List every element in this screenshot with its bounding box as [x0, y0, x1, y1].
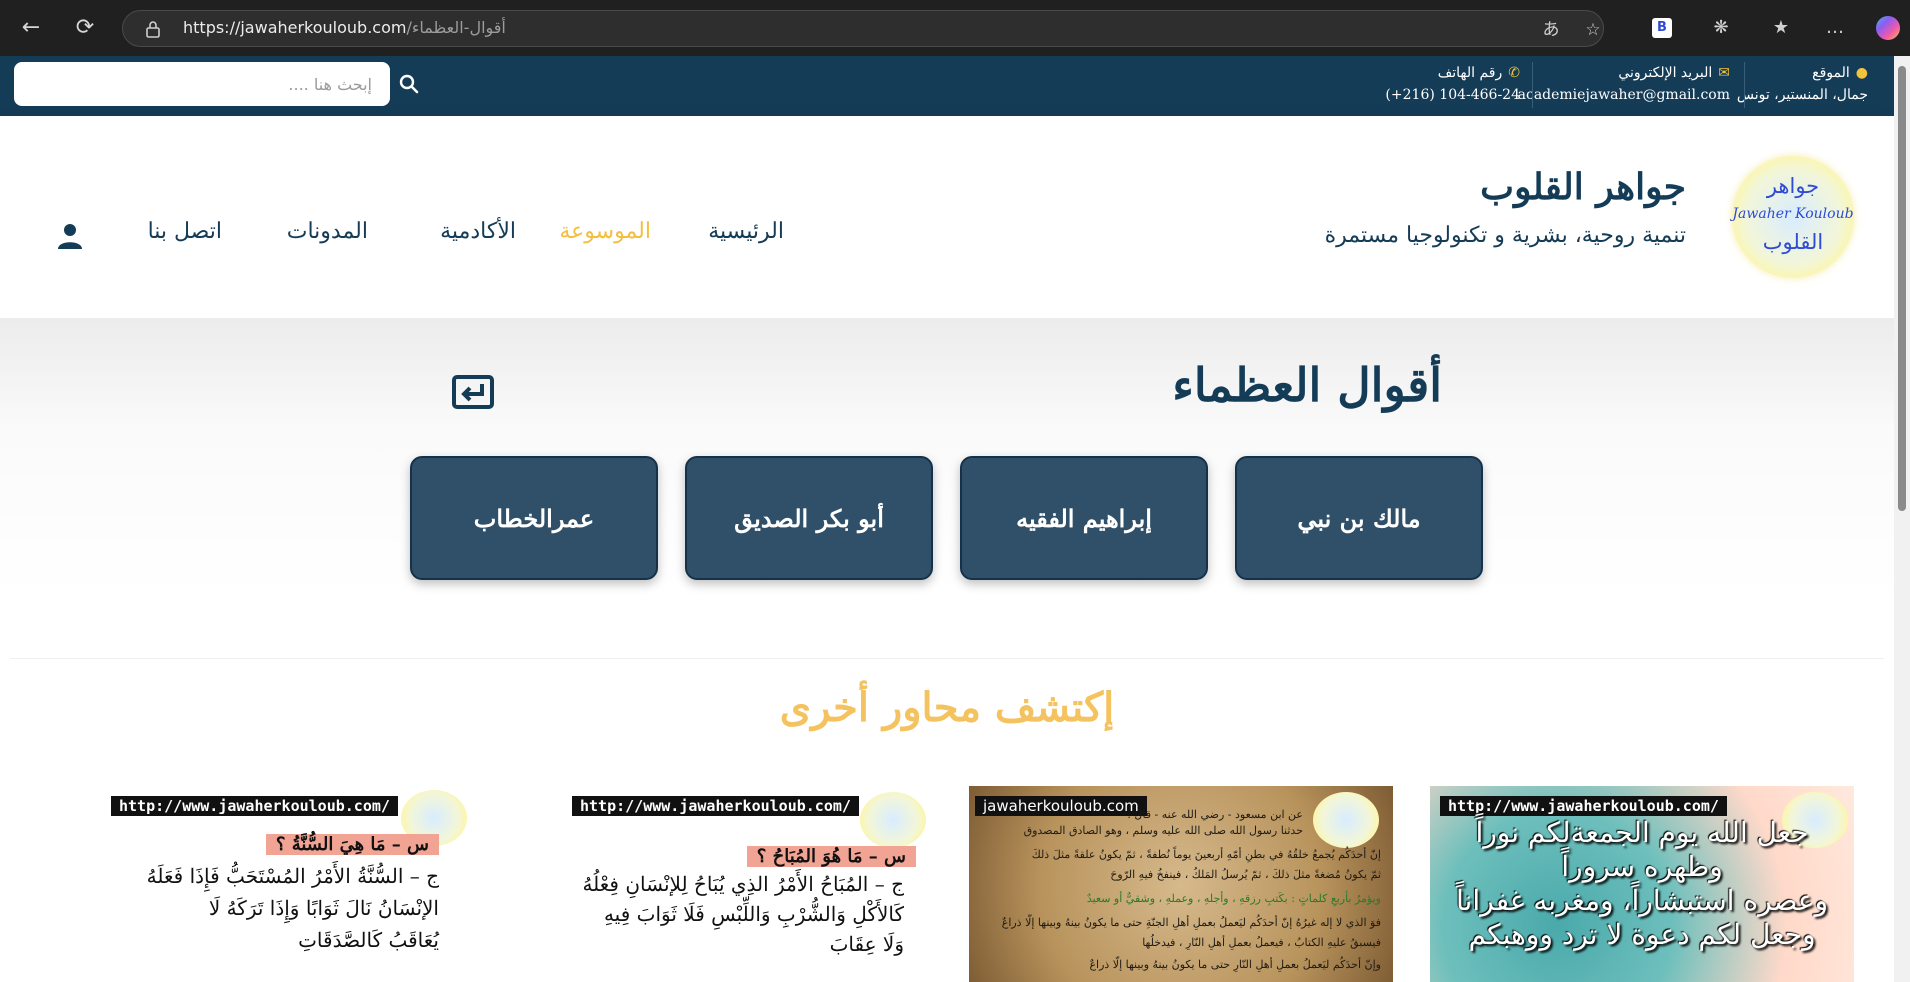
- site-logo[interactable]: جواهر Jawaher Kouloub القلوب: [1732, 156, 1854, 278]
- phone-icon: ✆: [1508, 65, 1520, 81]
- nav-academy[interactable]: الأكادمية: [440, 219, 516, 244]
- card-text-line: إنّ أحدَكُم يُجمعُ خلقُهُ في بطنِ أمّهِ …: [1031, 848, 1381, 861]
- brand-subtitle: تنمية روحية، بشرية و تكنولوجيا مستمرة: [1324, 223, 1686, 248]
- logo-text-latin: Jawaher Kouloub: [1732, 206, 1854, 222]
- search-input[interactable]: [14, 62, 390, 106]
- location-label: الموقع: [1812, 65, 1850, 81]
- card-logo: [860, 792, 926, 848]
- card-text-line: ويؤمرُ بأربعِ كلماتٍ : بكَتبِ رزقهِ ، وأ…: [1086, 892, 1381, 905]
- scrollbar-thumb[interactable]: [1898, 66, 1906, 511]
- extensions-puzzle-icon[interactable]: ❋: [1708, 15, 1734, 41]
- favorite-star-icon[interactable]: ☆: [1581, 18, 1605, 42]
- card-text-line: فيسبقُ عليهِ الكتابُ ، فيعملُ بعملِ أهلِ…: [1142, 936, 1381, 949]
- back-arrow-icon[interactable]: ←: [16, 13, 46, 43]
- phone-value[interactable]: 104-466-24 (216+): [1385, 84, 1520, 106]
- location-value: جمال، المنستير، تونس: [1736, 87, 1868, 103]
- url-text[interactable]: https://jawaherkouloub.com/أقوال-العظماء: [183, 18, 506, 37]
- address-bar[interactable]: https://jawaherkouloub.com/أقوال-العظماء…: [122, 10, 1604, 47]
- topic-card[interactable]: http://www.jawaherkouloub.com/ س – مَا ه…: [45, 786, 469, 982]
- logo-text-top: جواهر: [1766, 174, 1820, 198]
- discover-heading: إكتشف محاور أخرى: [779, 684, 1115, 731]
- card-url-badge: http://www.jawaherkouloub.com/: [1440, 796, 1727, 816]
- phone-info: ✆ رقم الهاتف 104-466-24 (216+): [1385, 62, 1520, 106]
- email-info: ✉ البريد الإلكتروني academiejawaher@gmail…: [1518, 62, 1730, 106]
- map-pin-icon: ●: [1855, 65, 1868, 81]
- url-host: https://jawaherkouloub.com: [183, 18, 407, 37]
- return-arrow-icon[interactable]: [452, 375, 494, 409]
- nav-home[interactable]: الرئيسية: [708, 219, 784, 244]
- card-logo: [1313, 792, 1379, 848]
- category-malek-bennabi[interactable]: مالك بن نبي: [1235, 456, 1483, 580]
- user-icon[interactable]: [56, 222, 84, 250]
- lock-icon[interactable]: [145, 20, 161, 38]
- top-info-bar: ● الموقع جمال، المنستير، تونس ✉ البريد الإ…: [0, 56, 1894, 116]
- card-text-line: وَلَا عِقَابَ: [829, 932, 904, 956]
- tab-favicon-icon[interactable]: B: [1652, 18, 1672, 38]
- section-divider: [10, 658, 1884, 659]
- phone-label: رقم الهاتف: [1437, 65, 1503, 81]
- card-url-badge: http://www.jawaherkouloub.com/: [111, 796, 398, 816]
- brand-title[interactable]: جواهر القلوب: [1480, 166, 1686, 208]
- category-abu-bakr[interactable]: أبو بكر الصديق: [685, 456, 933, 580]
- card-text-line: فوَ الذي لا إله غيرُهُ إنّ أحدَكُم ليَعم…: [1001, 916, 1381, 929]
- card-text-line: ثمّ يكونُ مُضغةً مثلَ ذلكَ ، ثمّ يُرسلُ …: [1110, 868, 1381, 881]
- hero-section: أقوال العظماء مالك بن نبي إبراهيم الفقيه…: [0, 318, 1894, 596]
- card-text-line: ج – المُبَاحُ الأَمْرُ الذِي يُبَاحُ لِل…: [582, 872, 904, 896]
- refresh-icon[interactable]: ⟳: [70, 13, 100, 43]
- site-header: جواهر Jawaher Kouloub القلوب جواهر القلو…: [0, 116, 1894, 318]
- topic-card[interactable]: jawaherkouloub.com عن ابن مسعود - رضي ال…: [969, 786, 1393, 982]
- card-question: س – مَا هِيَ السُّنَّةُ ؟: [265, 834, 439, 855]
- copilot-icon[interactable]: [1876, 16, 1900, 40]
- nav-encyclopedia[interactable]: الموسوعة: [559, 219, 651, 244]
- card-text-line: عن ابن مسعود - رضي الله عنه - قال :: [1127, 808, 1303, 821]
- card-text-line: ج – السُّنَّةُ الأَمْرُ المُسْتَحَبُّ فَ…: [146, 864, 439, 888]
- translate-icon[interactable]: あ: [1539, 18, 1563, 42]
- card-text-line: وعصره استبشاراً، ومغربه غفراناً: [1456, 884, 1828, 917]
- card-text-line: جعل الله يوم الجمعةلكم نوراً: [1475, 816, 1809, 849]
- logo-text-bottom: القلوب: [1762, 230, 1824, 254]
- browser-chrome: ← ⟳ https://jawaherkouloub.com/أقوال-الع…: [0, 0, 1910, 56]
- nav-contact[interactable]: اتصل بنا: [148, 219, 222, 244]
- email-value[interactable]: academiejawaher@gmail.com: [1518, 84, 1730, 106]
- category-ibrahim-alfaqih[interactable]: إبراهيم الفقيه: [960, 456, 1208, 580]
- card-text-line: حدثنا رسول الله صلى الله عليه وسلم ، وهو…: [1023, 824, 1303, 837]
- card-text-line: وظهره سروراً: [1561, 850, 1723, 883]
- envelope-icon: ✉: [1718, 65, 1730, 81]
- location-info: ● الموقع جمال، المنستير، تونس: [1737, 62, 1868, 106]
- info-separator: [1532, 62, 1533, 108]
- page-viewport: ● الموقع جمال، المنستير، تونس ✉ البريد الإ…: [0, 56, 1894, 982]
- card-url-badge: jawaherkouloub.com: [975, 796, 1147, 816]
- card-text-line: الإنْسَانُ نَالَ ثَوَابًا وَإِذَا تَرَكَ…: [208, 896, 439, 920]
- card-text-line: كَالأَكْلِ وَالشُّرْبِ وَاللِّبْسِ فَلَا…: [603, 902, 904, 926]
- card-url-badge: http://www.jawaherkouloub.com/: [572, 796, 859, 816]
- url-path: /أقوال-العظماء: [406, 18, 506, 37]
- card-text-line: يُعَاقَبُ كَالصَّدَقَاتِ: [298, 928, 439, 952]
- search-icon[interactable]: [397, 72, 421, 96]
- nav-blogs[interactable]: المدونات: [287, 219, 368, 244]
- vertical-scrollbar[interactable]: [1894, 56, 1910, 982]
- more-menu-icon[interactable]: …: [1822, 15, 1848, 41]
- topic-card[interactable]: http://www.jawaherkouloub.com/ جعل الله …: [1430, 786, 1854, 982]
- collections-icon[interactable]: ★: [1768, 15, 1794, 41]
- card-text-line: وجعل لكم دعوة لا ترد ووهبكم: [1468, 918, 1816, 951]
- topic-card[interactable]: http://www.jawaherkouloub.com/ س – مَا ه…: [506, 786, 930, 982]
- info-separator: [1744, 62, 1745, 108]
- email-label: البريد الإلكتروني: [1618, 65, 1713, 81]
- card-text-line: وإنّ أحدَكُم ليَعملُ بعملِ أهلِ النّارِ …: [1089, 958, 1381, 971]
- card-question: س – مَا هُوَ المُبَاحُ ؟: [746, 846, 916, 867]
- page-title: أقوال العظماء: [1172, 358, 1442, 412]
- category-omar-alkhattab[interactable]: عمرالخطاب: [410, 456, 658, 580]
